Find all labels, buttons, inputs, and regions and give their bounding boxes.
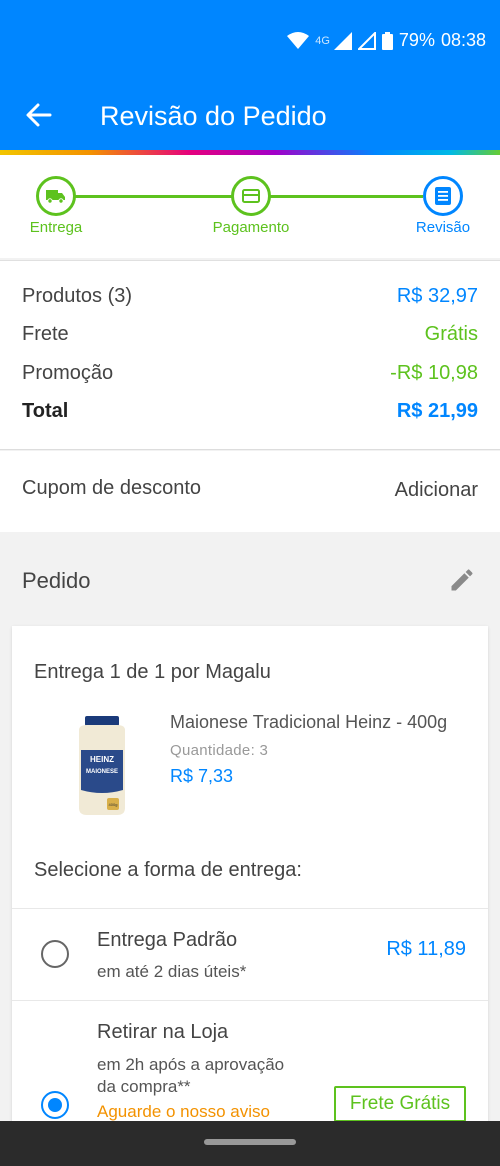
promo-label: Promoção — [22, 362, 114, 384]
divider — [12, 1000, 488, 1001]
battery-icon — [381, 31, 393, 50]
app-header: 4G 79% 08:38 Revisão do Pedido — [0, 0, 500, 150]
product-image[interactable]: HEINZ MAIONESE 400g — [67, 716, 137, 816]
free-shipping-badge: Frete Grátis — [334, 1086, 466, 1122]
card-icon — [242, 189, 260, 203]
total-value: R$ 21,99 — [396, 400, 478, 422]
add-coupon-button[interactable]: Adicionar — [395, 479, 478, 502]
products-value: R$ 32,97 — [396, 285, 478, 307]
summary-total-row: Total R$ 21,99 — [22, 400, 478, 423]
summary-promo-row: Promoção -R$ 10,98 — [22, 362, 478, 385]
promo-value: -R$ 10,98 — [390, 362, 478, 384]
step-label-revisao: Revisão — [415, 219, 471, 236]
order-card: Entrega 1 de 1 por Magalu HEINZ MAIONESE… — [12, 626, 488, 1146]
edit-pencil-icon[interactable] — [448, 566, 476, 594]
checkout-stepper: Entrega Pagamento Revisão — [0, 155, 500, 258]
step-connector — [270, 195, 423, 198]
step-revisao[interactable] — [423, 176, 463, 216]
step-label-pagamento: Pagamento — [212, 219, 290, 236]
step-entrega[interactable] — [36, 176, 76, 216]
option-standard-title: Entrega Padrão — [97, 929, 238, 951]
network-type: 4G — [315, 34, 330, 47]
order-summary: Produtos (3) R$ 32,97 Frete Grátis Promo… — [0, 260, 500, 450]
delivery-method-label: Selecione a forma de entrega: — [34, 859, 302, 881]
option-standard-subtitle: em até 2 dias úteis* — [97, 962, 247, 981]
total-label: Total — [22, 400, 69, 422]
product-weight-text: 400g — [109, 802, 118, 807]
option-pickup-warning: Aguarde o nosso aviso — [97, 1102, 270, 1121]
divider — [12, 908, 488, 909]
system-nav-bar — [0, 1121, 500, 1166]
order-section-title: Pedido — [22, 568, 91, 593]
product-price: R$ 7,33 — [170, 766, 234, 786]
product-name[interactable]: Maionese Tradicional Heinz - 400g — [170, 712, 447, 733]
document-icon — [435, 187, 451, 205]
radio-standard[interactable] — [41, 940, 69, 968]
summary-shipping-row: Frete Grátis — [22, 323, 478, 346]
option-pickup-subtitle-line1: em 2h após a aprovação — [97, 1055, 285, 1074]
signal-icon — [333, 31, 352, 50]
product-quantity: Quantidade: 3 — [170, 742, 269, 759]
back-arrow-icon[interactable] — [24, 100, 54, 130]
product-label-text: MAIONESE — [86, 769, 118, 775]
step-pagamento[interactable] — [231, 176, 271, 216]
truck-icon — [46, 190, 65, 204]
option-pickup-title: Retirar na Loja — [97, 1021, 229, 1043]
shipping-value: Grátis — [424, 323, 478, 345]
radio-pickup[interactable] — [41, 1091, 69, 1119]
coupon-label: Cupom de desconto — [22, 477, 202, 499]
status-bar: 4G 79% 08:38 — [287, 30, 486, 51]
shipping-label: Frete — [22, 323, 69, 345]
coupon-row[interactable]: Cupom de desconto Adicionar — [0, 451, 500, 532]
product-brand-text: HEINZ — [90, 755, 114, 764]
option-pickup-subtitle-line2: da compra** — [97, 1077, 191, 1096]
delivery-seller: Entrega 1 de 1 por Magalu — [34, 661, 271, 683]
clock: 08:38 — [440, 30, 486, 50]
step-label-entrega: Entrega — [29, 219, 83, 236]
step-connector — [75, 195, 232, 198]
home-gesture-handle[interactable] — [204, 1139, 296, 1145]
products-label: Produtos (3) — [22, 285, 133, 307]
wifi-icon — [287, 31, 310, 49]
page-title: Revisão do Pedido — [100, 101, 327, 131]
option-standard-price: R$ 11,89 — [386, 938, 466, 960]
summary-products-row: Produtos (3) R$ 32,97 — [22, 285, 478, 308]
signal-outline-icon — [357, 31, 376, 50]
battery-level: 79% — [398, 30, 435, 50]
